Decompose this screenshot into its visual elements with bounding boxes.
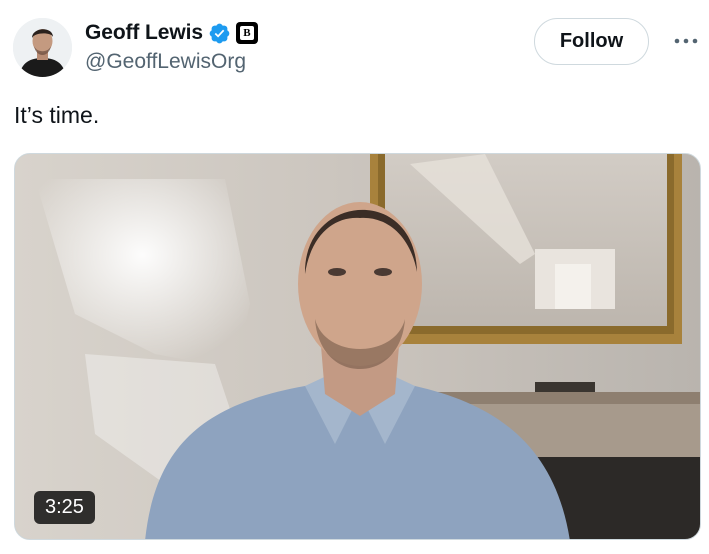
tweet: Geoff Lewis B @GeoffLewisOrg Follow It’s… <box>0 0 709 554</box>
author-display-name[interactable]: Geoff Lewis <box>85 21 203 45</box>
video-player[interactable]: 3:25 <box>14 153 701 540</box>
author-handle[interactable]: @GeoffLewisOrg <box>85 50 246 74</box>
affiliate-badge-letter: B <box>239 26 254 40</box>
affiliate-badge-icon[interactable]: B <box>235 22 258 44</box>
video-duration-badge: 3:25 <box>34 491 95 524</box>
tweet-text: It’s time. <box>14 102 100 128</box>
more-options-icon[interactable] <box>672 30 700 52</box>
author-name-row: Geoff Lewis B <box>85 20 258 46</box>
follow-button[interactable]: Follow <box>534 18 649 65</box>
video-thumbnail <box>15 154 700 539</box>
avatar[interactable] <box>13 18 72 77</box>
verified-badge-icon <box>208 22 231 45</box>
